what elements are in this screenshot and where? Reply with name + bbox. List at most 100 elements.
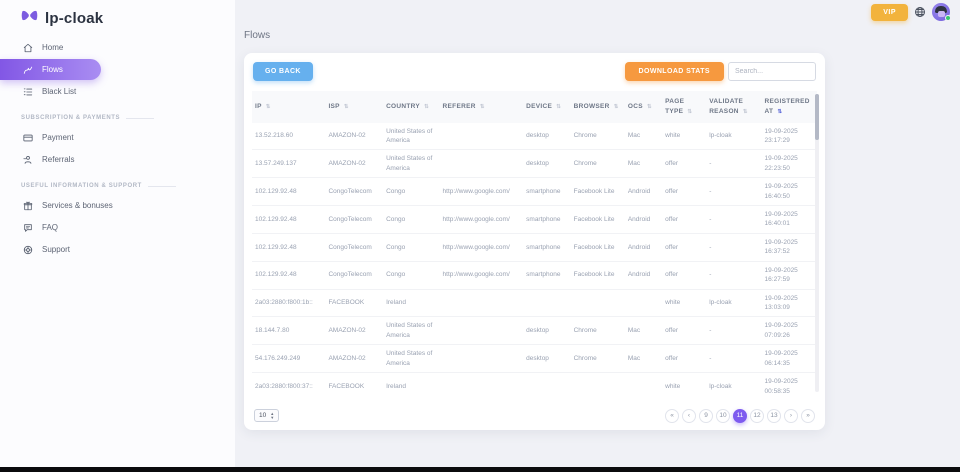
pagination-page-13[interactable]: 13 bbox=[767, 409, 781, 423]
globe-icon[interactable] bbox=[914, 6, 926, 18]
sidebar-item-support[interactable]: Support bbox=[0, 239, 235, 260]
cell-registered_at: 19-09-202523:17:29 bbox=[762, 123, 817, 150]
sidebar-item-home[interactable]: Home bbox=[0, 37, 235, 58]
sort-icon[interactable]: ⇅ bbox=[480, 104, 485, 110]
sidebar-item-payment[interactable]: Payment bbox=[0, 127, 235, 148]
column-header-ocs[interactable]: OCS ⇅ bbox=[625, 91, 662, 123]
sort-icon[interactable]: ⇅ bbox=[687, 109, 692, 115]
sidebar-section-subscription: SUBSCRIPTION & PAYMENTS bbox=[21, 115, 235, 121]
page-title: Flows bbox=[244, 30, 825, 41]
cell-registered_at: 19-09-202506:14:35 bbox=[762, 345, 817, 373]
cell-country: Ireland bbox=[383, 373, 439, 400]
cell-device bbox=[523, 373, 570, 400]
column-header-registered-at[interactable]: REGISTERED AT ⇅ bbox=[762, 91, 817, 123]
table-row: 18.144.7.80AMAZON-02United States of Ame… bbox=[252, 317, 817, 345]
table-row: 13.52.218.60AMAZON-02United States of Am… bbox=[252, 123, 817, 150]
go-back-button[interactable]: GO BACK bbox=[253, 62, 313, 81]
sort-icon[interactable]: ⇅ bbox=[266, 104, 271, 110]
rows-per-page-select[interactable]: 10 ▲▼ bbox=[254, 409, 279, 422]
cell-referer bbox=[440, 289, 524, 317]
search-input[interactable] bbox=[728, 62, 816, 81]
pagination-page-12[interactable]: 12 bbox=[750, 409, 764, 423]
column-header-isp[interactable]: ISP ⇅ bbox=[325, 91, 383, 123]
cell-validate_reason: - bbox=[706, 178, 761, 206]
pagination-prev[interactable]: ‹ bbox=[682, 409, 696, 423]
cell-ip: 102.129.92.48 bbox=[252, 206, 325, 234]
table-header: IP ⇅ISP ⇅COUNTRY ⇅REFERER ⇅DEVICE ⇅BROWS… bbox=[252, 91, 817, 123]
pagination-page-9[interactable]: 9 bbox=[699, 409, 713, 423]
column-header-ip[interactable]: IP ⇅ bbox=[252, 91, 325, 123]
cell-ocs bbox=[625, 289, 662, 317]
cell-isp: CongoTelecom bbox=[325, 261, 383, 289]
cell-validate_reason: - bbox=[706, 150, 761, 178]
column-header-device[interactable]: DEVICE ⇅ bbox=[523, 91, 570, 123]
cell-ocs: Android bbox=[625, 206, 662, 234]
cell-validate_reason: - bbox=[706, 317, 761, 345]
sidebar-item-flows[interactable]: Flows bbox=[0, 59, 101, 80]
pagination-first[interactable]: « bbox=[665, 409, 679, 423]
sidebar-item-label: FAQ bbox=[42, 223, 58, 232]
cell-validate_reason: - bbox=[706, 345, 761, 373]
main-content: Flows GO BACK DOWNLOAD STATS IP ⇅ISP ⇅CO… bbox=[244, 30, 825, 430]
sidebar-item-referrals[interactable]: Referrals bbox=[0, 149, 235, 170]
cell-registered_at: 19-09-202513:03:09 bbox=[762, 289, 817, 317]
column-header-referer[interactable]: REFERER ⇅ bbox=[440, 91, 524, 123]
cell-referer bbox=[440, 373, 524, 400]
cell-country: Congo bbox=[383, 178, 439, 206]
cell-browser: Chrome bbox=[571, 345, 625, 373]
cell-isp: FACEBOOK bbox=[325, 373, 383, 400]
cell-ocs: Android bbox=[625, 233, 662, 261]
cell-referer bbox=[440, 345, 524, 373]
cell-ocs: Mac bbox=[625, 123, 662, 150]
cell-referer bbox=[440, 123, 524, 150]
rows-per-page-value: 10 bbox=[259, 412, 266, 419]
sort-icon[interactable]: ⇅ bbox=[614, 104, 619, 110]
sidebar-item-black-list[interactable]: Black List bbox=[0, 81, 235, 102]
column-header-validate-reason[interactable]: VALIDATE REASON ⇅ bbox=[706, 91, 761, 123]
cell-country: United States of America bbox=[383, 123, 439, 150]
flows-table: IP ⇅ISP ⇅COUNTRY ⇅REFERER ⇅DEVICE ⇅BROWS… bbox=[252, 91, 817, 400]
cell-browser: Chrome bbox=[571, 150, 625, 178]
cell-ocs: Mac bbox=[625, 345, 662, 373]
sort-icon[interactable]: ⇅ bbox=[556, 104, 561, 110]
pagination-last[interactable]: » bbox=[801, 409, 815, 423]
table-scrollbar-track bbox=[815, 94, 819, 392]
cell-isp: AMAZON-02 bbox=[325, 150, 383, 178]
table-scrollbar-thumb[interactable] bbox=[815, 94, 819, 140]
sort-icon[interactable]: ⇅ bbox=[647, 104, 652, 110]
cell-ocs: Android bbox=[625, 261, 662, 289]
sidebar-item-label: Flows bbox=[42, 65, 63, 74]
cell-validate_reason: - bbox=[706, 261, 761, 289]
cell-device: desktop bbox=[523, 345, 570, 373]
sidebar-item-services[interactable]: Services & bonuses bbox=[0, 195, 235, 216]
cell-registered_at: 19-09-202516:27:59 bbox=[762, 261, 817, 289]
column-header-page-type[interactable]: PAGE TYPE ⇅ bbox=[662, 91, 706, 123]
sort-icon[interactable]: ⇅ bbox=[777, 109, 782, 115]
sort-icon[interactable]: ⇅ bbox=[344, 104, 349, 110]
sidebar-item-label: Home bbox=[42, 43, 63, 52]
column-header-country[interactable]: COUNTRY ⇅ bbox=[383, 91, 439, 123]
table-row: 2a03:2880:f800:37::FACEBOOKIrelandwhitel… bbox=[252, 373, 817, 400]
flows-card: GO BACK DOWNLOAD STATS IP ⇅ISP ⇅COUNTRY … bbox=[244, 53, 825, 430]
sort-icon[interactable]: ⇅ bbox=[424, 104, 429, 110]
sidebar-item-faq[interactable]: FAQ bbox=[0, 217, 235, 238]
sort-icon[interactable]: ⇅ bbox=[743, 109, 748, 115]
cell-page_type: white bbox=[662, 289, 706, 317]
cell-ip: 54.176.249.249 bbox=[252, 345, 325, 373]
table-row: 54.176.249.249AMAZON-02United States of … bbox=[252, 345, 817, 373]
download-stats-button[interactable]: DOWNLOAD STATS bbox=[625, 62, 724, 81]
cell-device bbox=[523, 289, 570, 317]
cell-device: smartphone bbox=[523, 206, 570, 234]
cell-isp: AMAZON-02 bbox=[325, 345, 383, 373]
divider bbox=[126, 118, 154, 119]
cell-browser: Facebook Lite bbox=[571, 206, 625, 234]
cell-referer bbox=[440, 317, 524, 345]
pagination-page-10[interactable]: 10 bbox=[716, 409, 730, 423]
vip-button[interactable]: VIP bbox=[871, 4, 908, 21]
pagination-next[interactable]: › bbox=[784, 409, 798, 423]
cell-page_type: white bbox=[662, 373, 706, 400]
cell-device: smartphone bbox=[523, 233, 570, 261]
pagination-page-11[interactable]: 11 bbox=[733, 409, 747, 423]
cell-browser: Facebook Lite bbox=[571, 233, 625, 261]
column-header-browser[interactable]: BROWSER ⇅ bbox=[571, 91, 625, 123]
